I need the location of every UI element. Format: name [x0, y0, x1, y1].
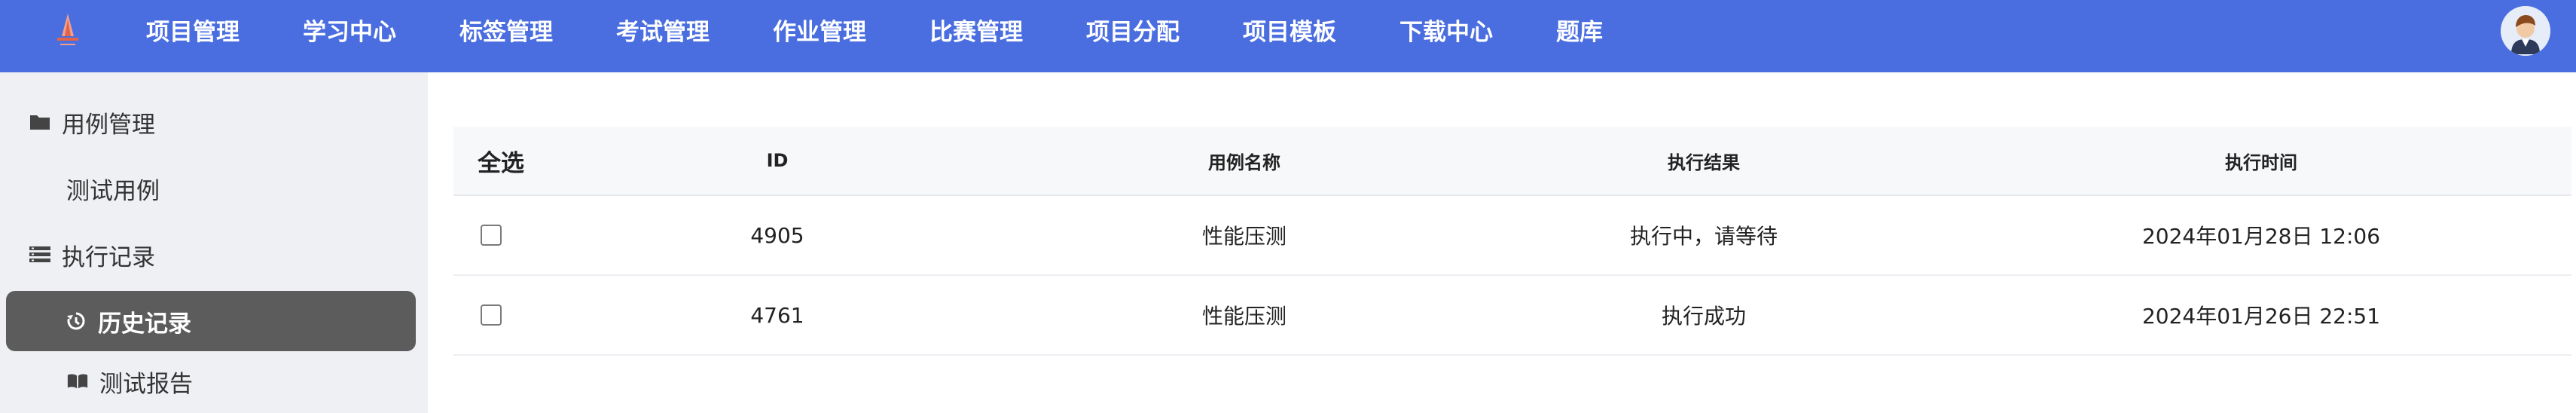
sidebar-item-history[interactable]: 历史记录	[6, 291, 416, 351]
cell-time: 2024年01月26日 22:51	[2141, 304, 2381, 329]
row-checkbox[interactable]	[481, 304, 502, 326]
cell-id: 4905	[750, 222, 804, 248]
sidebar-item-label: 测试用例	[66, 177, 160, 205]
top-navigation-bar: 项目管理 学习中心 标签管理 考试管理 作业管理 比赛管理 项目分配 项目模板 …	[0, 0, 2576, 72]
nav-item-tag-management[interactable]: 标签管理	[459, 0, 553, 65]
folder-icon	[29, 111, 51, 133]
cell-case-name: 性能压测	[1201, 304, 1286, 329]
column-header-case-name: 用例名称	[1208, 151, 1280, 173]
sidebar-item-label: 测试报告	[99, 370, 193, 398]
history-icon	[65, 310, 87, 332]
row-checkbox-cell	[476, 276, 506, 354]
nav-item-exam-management[interactable]: 考试管理	[616, 0, 710, 65]
nav-item-competition-management[interactable]: 比赛管理	[929, 0, 1023, 65]
column-header-time: 执行时间	[2225, 151, 2297, 173]
nav-item-question-bank[interactable]: 题库	[1556, 0, 1603, 65]
history-table: 全选 ID 用例名称 执行结果 执行时间 4905 性能压测 执行中，请等待 2…	[453, 127, 2571, 356]
sidebar-item-test-report[interactable]: 测试报告	[66, 351, 193, 411]
sidebar-item-label: 执行记录	[62, 243, 155, 271]
table-row[interactable]: 4905 性能压测 执行中，请等待 2024年01月28日 12:06	[453, 196, 2571, 276]
row-checkbox-cell	[476, 196, 506, 274]
cell-time: 2024年01月28日 12:06	[2141, 224, 2381, 249]
sidebar: 用例管理 测试用例 执行记录 历史记录 测试报告	[0, 72, 428, 413]
cell-result: 执行成功	[1661, 304, 1746, 329]
column-header-result: 执行结果	[1668, 151, 1740, 173]
nav-item-homework-management[interactable]: 作业管理	[773, 0, 866, 65]
nav-item-learning-center[interactable]: 学习中心	[303, 0, 396, 65]
column-header-id: ID	[766, 150, 789, 171]
nav-item-project-template[interactable]: 项目模板	[1243, 0, 1336, 65]
select-all-label[interactable]: 全选	[453, 127, 643, 194]
sidebar-item-label: 用例管理	[62, 111, 155, 139]
cell-result: 执行中，请等待	[1629, 224, 1778, 249]
sidebar-item-case-management[interactable]: 用例管理	[29, 92, 155, 152]
book-icon	[66, 370, 89, 393]
nav-item-download-center[interactable]: 下载中心	[1399, 0, 1493, 65]
row-checkbox[interactable]	[481, 225, 502, 246]
table-header: 全选 ID 用例名称 执行结果 执行时间	[453, 127, 2571, 196]
table-row[interactable]: 4761 性能压测 执行成功 2024年01月26日 22:51	[453, 276, 2571, 356]
sidebar-item-label: 历史记录	[98, 310, 191, 338]
list-icon	[29, 243, 51, 266]
sidebar-item-test-cases[interactable]: 测试用例	[66, 158, 160, 219]
logo-icon[interactable]	[47, 9, 89, 51]
cell-id: 4761	[750, 302, 804, 328]
nav-item-project-management[interactable]: 项目管理	[146, 0, 240, 65]
nav-item-project-assignment[interactable]: 项目分配	[1086, 0, 1180, 65]
cell-case-name: 性能压测	[1201, 224, 1286, 249]
sidebar-item-execution-records[interactable]: 执行记录	[29, 225, 155, 285]
avatar[interactable]	[2501, 6, 2550, 56]
